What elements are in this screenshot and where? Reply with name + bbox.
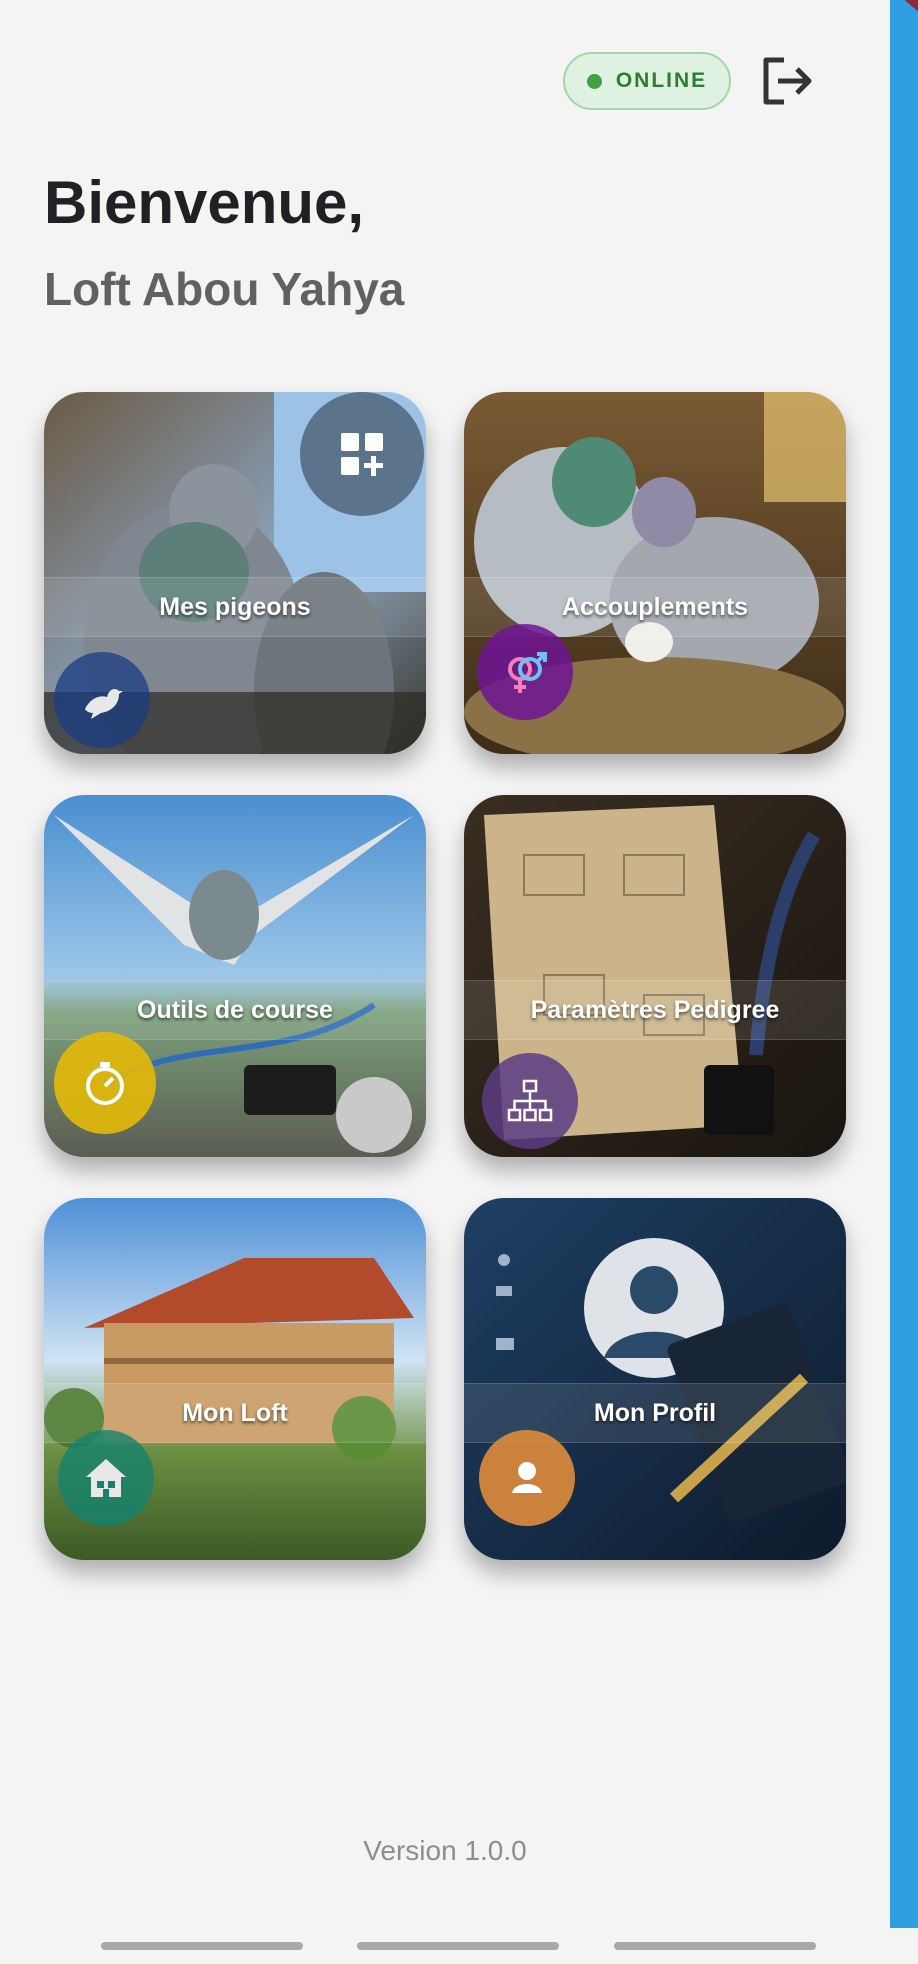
stopwatch-icon [86, 1062, 124, 1105]
dove-icon [85, 689, 123, 719]
person-badge [479, 1430, 575, 1526]
debug-ribbon [860, 0, 918, 48]
person-icon [512, 1462, 542, 1493]
male-female-badge [477, 624, 573, 720]
house-badge [58, 1430, 154, 1526]
tile-parametres-pedigree[interactable]: Paramètres Pedigree [464, 795, 846, 1157]
loft-name: Loft Abou Yahya [44, 263, 405, 315]
tile-mon-loft[interactable]: Mon Loft [44, 1198, 426, 1560]
stopwatch-badge [54, 1032, 156, 1134]
add-widget-button[interactable] [300, 392, 424, 516]
tile-mon-profil[interactable]: Mon Profil [464, 1198, 846, 1560]
app-version: Version 1.0.0 [363, 1835, 527, 1866]
dove-badge [54, 652, 150, 748]
tile-label: Accouplements [561, 592, 749, 621]
nav-bar-segment [357, 1942, 559, 1950]
male-female-icon [508, 652, 547, 693]
hierarchy-badge [482, 1053, 578, 1149]
tile-label: Mon Profil [593, 1398, 717, 1427]
logout-icon [763, 57, 812, 105]
tile-label: Mes pigeons [159, 592, 311, 621]
house-icon [86, 1459, 126, 1497]
side-accent-bar [890, 0, 918, 1928]
tile-label: Paramètres Pedigree [530, 995, 780, 1024]
status-label: ONLINE [615, 69, 708, 92]
tile-outils-de-course[interactable]: Outils de course [44, 795, 426, 1157]
nav-bar-segment [614, 1942, 816, 1950]
tile-label: Outils de course [137, 995, 333, 1024]
welcome-heading: Bienvenue, [44, 169, 365, 236]
hierarchy-icon [507, 1079, 553, 1122]
nav-bar-segment [101, 1942, 303, 1950]
tile-accouplements[interactable]: Accouplements [464, 392, 846, 754]
online-status-badge: ONLINE [563, 52, 731, 110]
logout-button[interactable] [760, 56, 816, 106]
grid-add-icon [341, 433, 383, 476]
status-dot-icon [586, 73, 602, 89]
tile-label: Mon Loft [182, 1398, 288, 1427]
